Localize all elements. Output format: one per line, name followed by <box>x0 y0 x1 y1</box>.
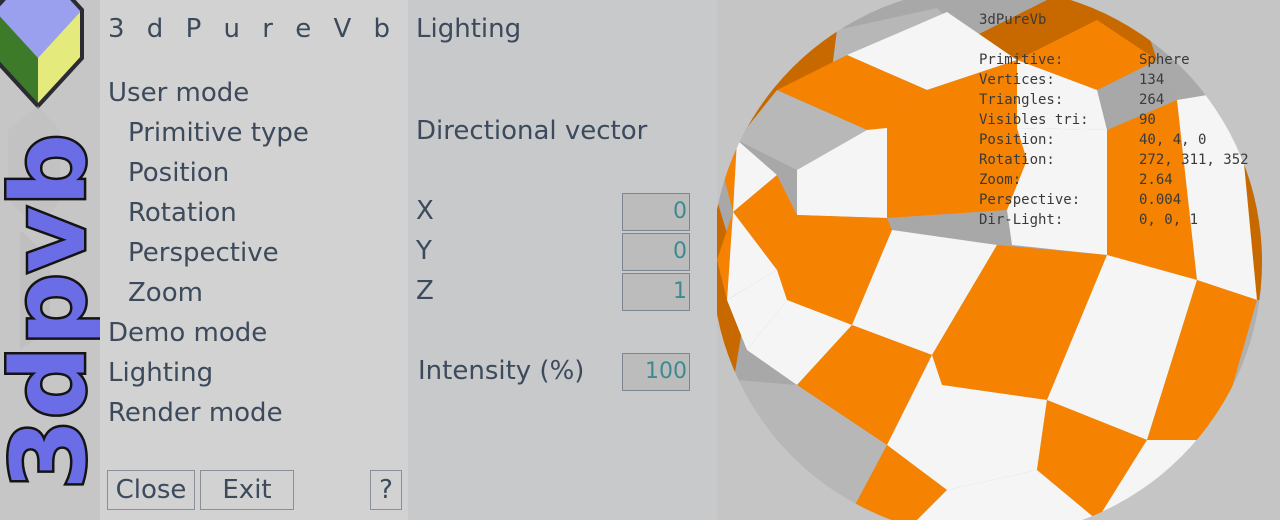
menu-item-lighting[interactable]: Lighting <box>108 358 213 388</box>
close-button[interactable]: Close <box>107 470 195 510</box>
stat-label: Primitive: <box>979 52 1064 68</box>
logo-wordmark: 3dpvb <box>0 131 100 493</box>
section-label: Directional vector <box>416 116 648 146</box>
menu-item-demo-mode[interactable]: Demo mode <box>108 318 267 348</box>
help-button[interactable]: ? <box>370 470 402 510</box>
stat-label: Dir-Light: <box>979 212 1064 228</box>
viewport-title: 3dPureVb <box>979 12 1047 28</box>
menu-item-primitive-type[interactable]: Primitive type <box>128 118 309 148</box>
stat-value: 0.004 <box>1139 192 1182 208</box>
stat-label: Vertices: <box>979 72 1055 88</box>
menu-item-perspective[interactable]: Perspective <box>128 238 279 268</box>
stat-value: 134 <box>1139 72 1165 88</box>
stat-value: Sphere <box>1139 52 1190 68</box>
z-input[interactable]: 1 <box>622 273 690 311</box>
y-input[interactable]: 0 <box>622 233 690 271</box>
intensity-input[interactable]: 100 <box>622 353 690 391</box>
menu-item-render-mode[interactable]: Render mode <box>108 398 283 428</box>
stat-label: Position: <box>979 132 1055 148</box>
svg-text:3dpvb: 3dpvb <box>0 133 100 490</box>
stat-value: 2.64 <box>1139 172 1173 188</box>
panel-heading: Lighting <box>416 14 522 44</box>
menu-item-user-mode[interactable]: User mode <box>108 78 249 108</box>
x-label: X <box>416 196 434 226</box>
z-label: Z <box>416 276 434 306</box>
intensity-label: Intensity (%) <box>418 356 585 386</box>
app-title: 3 d P u r e V b <box>108 14 398 44</box>
menu-item-zoom[interactable]: Zoom <box>128 278 203 308</box>
stat-value: 40, 4, 0 <box>1139 132 1207 148</box>
settings-panel: Lighting Directional vector X 0 Y 0 Z 1 … <box>408 0 717 520</box>
stat-value: 0, 0, 1 <box>1139 212 1199 228</box>
menu-item-position[interactable]: Position <box>128 158 229 188</box>
stat-value: 264 <box>1139 92 1165 108</box>
render-viewport[interactable]: 3dPureVb Primitive: Sphere Vertices: 134 Tri… <box>717 0 1280 520</box>
exit-button[interactable]: Exit <box>200 470 294 510</box>
y-label: Y <box>416 236 432 266</box>
x-input[interactable]: 0 <box>622 193 690 231</box>
stat-label: Visibles tri: <box>979 112 1089 128</box>
stat-label: Rotation: <box>979 152 1055 168</box>
menu-item-rotation[interactable]: Rotation <box>128 198 237 228</box>
stat-label: Perspective: <box>979 192 1081 208</box>
stat-value: 90 <box>1139 112 1156 128</box>
menu-panel: 3 d P u r e V b User mode Primitive type P… <box>100 0 408 520</box>
logo-panel: 3dpvb <box>0 0 100 520</box>
stat-label: Zoom: <box>979 172 1022 188</box>
stat-label: Triangles: <box>979 92 1064 108</box>
stat-value: 272, 311, 352 <box>1139 152 1249 168</box>
